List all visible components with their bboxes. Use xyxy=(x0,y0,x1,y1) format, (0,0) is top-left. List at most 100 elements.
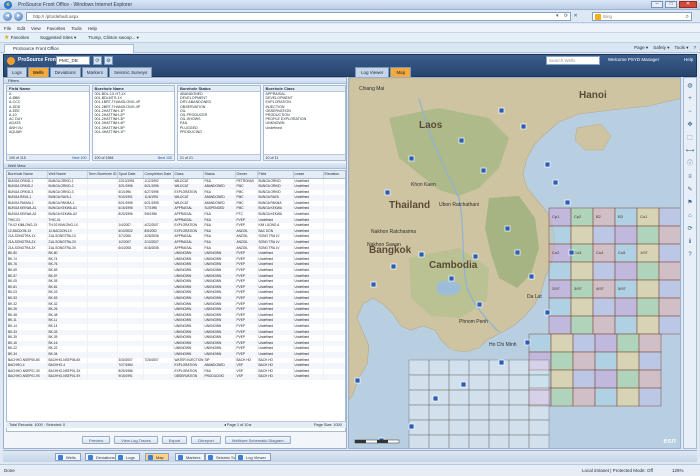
refresh-icon[interactable]: ⟳ xyxy=(93,56,102,65)
page-size[interactable]: Page Size: 1000 xyxy=(314,422,342,429)
grid-column-header[interactable]: Well Name xyxy=(47,171,88,179)
well-marker[interactable] xyxy=(384,189,391,196)
address-input[interactable]: http:// /pfo/default.aspx xyxy=(26,12,571,21)
dbreport-button[interactable]: Dbreport xyxy=(191,436,221,444)
well-marker[interactable] xyxy=(498,359,505,366)
well-marker[interactable] xyxy=(520,123,527,130)
minimize-button[interactable]: – xyxy=(651,1,663,8)
layers-icon[interactable]: ≡ xyxy=(685,172,695,182)
command-item[interactable]: Tools ▾ xyxy=(674,44,688,52)
well-marker[interactable] xyxy=(504,225,511,232)
tab-wells[interactable]: Wells xyxy=(27,67,49,77)
help-icon[interactable]: ? xyxy=(685,250,695,260)
filter-list-item[interactable]: 001-4HATTINH-1P xyxy=(93,130,175,134)
home-icon[interactable]: ⌂ xyxy=(685,211,695,221)
wellbore-schematic-diagram-button[interactable]: Wellbore Schematic Diagram xyxy=(224,436,291,444)
well-marker[interactable] xyxy=(544,161,551,168)
grid-column-header[interactable]: Status xyxy=(203,171,236,179)
taskbar-wells[interactable]: Wells xyxy=(55,453,81,461)
magnifier-icon[interactable]: ⌕ xyxy=(686,13,689,21)
menu-tools[interactable]: Tools xyxy=(71,24,82,32)
map-view[interactable]: Cp1 Cp2 B2 B3 Cu1 Cu2 Cu3 Cu4 Cu5 1/97 2/97 3/97 4/9… xyxy=(349,78,681,449)
export-button[interactable]: Export xyxy=(161,436,188,444)
map-panel[interactable]: Cp1 Cp2 B2 B3 Cu1 Cu2 Cu3 Cu4 Cu5 1/97 2/97 3/97 4/9… xyxy=(348,77,681,449)
well-marker[interactable] xyxy=(514,249,521,256)
well-marker[interactable] xyxy=(448,275,455,282)
measure-icon[interactable]: ⟷ xyxy=(685,146,695,156)
grid-column-header[interactable]: Field xyxy=(257,171,294,179)
menu-view[interactable]: View xyxy=(31,24,41,32)
well-marker[interactable] xyxy=(498,107,505,114)
grid-column-header[interactable]: Term Borehole ID xyxy=(87,171,118,179)
filter-next-link[interactable]: Next 100 xyxy=(72,155,86,160)
preview-button[interactable]: Preview xyxy=(82,436,111,444)
view-log-traces-button[interactable]: View Log Traces xyxy=(114,436,158,444)
well-marker[interactable] xyxy=(460,381,467,388)
filter-list-item[interactable] xyxy=(264,130,346,134)
well-marker[interactable] xyxy=(432,395,439,402)
search-box[interactable]: Bing ⌕ xyxy=(592,12,692,21)
well-marker[interactable] xyxy=(354,377,361,384)
well-marker[interactable] xyxy=(370,281,377,288)
tab-deviations[interactable]: Deviations xyxy=(49,67,81,77)
identify-icon[interactable]: ⓘ xyxy=(685,159,695,169)
well-marker[interactable] xyxy=(552,179,559,186)
project-select[interactable]: PMC_DB xyxy=(56,56,90,65)
menu-help[interactable]: Help xyxy=(88,24,97,32)
well-marker[interactable] xyxy=(564,199,571,206)
command-item[interactable]: Page ▾ xyxy=(634,44,648,52)
back-icon[interactable]: ◂ xyxy=(3,12,12,21)
filter-list-item[interactable]: PRODUCING xyxy=(178,130,260,134)
pan-icon[interactable]: ✥ xyxy=(685,120,695,130)
globe-icon[interactable]: ◍ xyxy=(685,81,695,91)
filter-next-link[interactable]: Next 100 xyxy=(158,155,172,160)
well-marker[interactable] xyxy=(408,155,415,162)
well-marker[interactable] xyxy=(408,423,415,430)
page-nav[interactable]: ◂ Page 1 of 10 ▸ xyxy=(224,422,251,429)
grid-column-header[interactable]: Lease xyxy=(293,171,324,179)
well-marker[interactable] xyxy=(472,253,479,260)
taskbar-logs[interactable]: Logs xyxy=(115,453,140,461)
grid-column-header[interactable]: Borehole Name xyxy=(7,171,48,179)
table-row[interactable]: BUNGA KEKWA-A2 BUNGA KEKWA-A2 8/20/1996 9/8… xyxy=(7,212,345,218)
well-marker[interactable] xyxy=(418,251,425,258)
info-icon[interactable]: ℹ xyxy=(685,237,695,247)
grid-header[interactable]: Well View xyxy=(4,163,346,169)
zoom-level[interactable]: 125% xyxy=(672,465,684,476)
refresh-stop-icons[interactable]: ▾ ⟳ ✕ xyxy=(556,13,580,19)
tab-log-viewer[interactable]: Log Viewer xyxy=(355,67,390,77)
well-marker[interactable] xyxy=(390,263,397,270)
close-button[interactable]: ✕ xyxy=(679,1,697,8)
well-marker[interactable] xyxy=(476,301,483,308)
select-icon[interactable]: ⬚ xyxy=(685,133,695,143)
well-marker[interactable] xyxy=(528,273,535,280)
taskbar-markers[interactable]: Markers xyxy=(175,453,206,461)
tab-map[interactable]: Map xyxy=(390,67,412,77)
browser-tab[interactable]: ProSource Front Office xyxy=(4,44,134,53)
table-row[interactable]: BACHHO-NSEP01-9X BACHHO-NSEP01-9X 9/15/199… xyxy=(7,374,345,380)
fav-news-link[interactable]: Trump, Clinton swoop... ▾ xyxy=(88,34,139,42)
zoom-out-icon[interactable]: − xyxy=(685,107,695,117)
table-row[interactable]: BUNGA ORKID-2 BUNGA ORKID-2 3/21/1996 6/21/… xyxy=(7,184,345,190)
forward-icon[interactable]: ▸ xyxy=(14,12,23,21)
menu-favorites[interactable]: Favorites xyxy=(47,24,66,32)
pencil-icon[interactable]: ✎ xyxy=(685,185,695,195)
favorites-button[interactable]: ★ Favorites xyxy=(4,34,29,42)
tab-markers[interactable]: Markers xyxy=(81,67,108,77)
well-marker[interactable] xyxy=(480,167,487,174)
welcome-user[interactable]: Welcome PSYD Manager xyxy=(608,57,659,62)
command-item[interactable]: ? xyxy=(693,44,696,52)
flag-icon[interactable]: ⚑ xyxy=(685,198,695,208)
fav-suggested-sites[interactable]: Suggested Sites ▾ xyxy=(40,34,76,42)
grid-column-header[interactable]: Completion Date xyxy=(143,171,174,179)
well-marker[interactable] xyxy=(458,137,465,144)
refresh-icon[interactable]: ⟳ xyxy=(685,224,695,234)
table-row[interactable]: BACHHO-4 BACHHO-4 7/27/1984 EXPLORATION ABAN… xyxy=(7,363,345,369)
app-search-input[interactable]: Search Wells xyxy=(546,56,600,65)
grid-column-header[interactable]: Spud Date xyxy=(117,171,144,179)
maximize-button[interactable]: □ xyxy=(665,1,677,8)
tab-seismic-surveys[interactable]: Seismic Surveys xyxy=(108,67,153,77)
well-marker[interactable] xyxy=(568,249,575,256)
filter-list-item[interactable]: AQUAR xyxy=(7,130,89,134)
settings-icon[interactable]: ⚙ xyxy=(104,56,113,65)
